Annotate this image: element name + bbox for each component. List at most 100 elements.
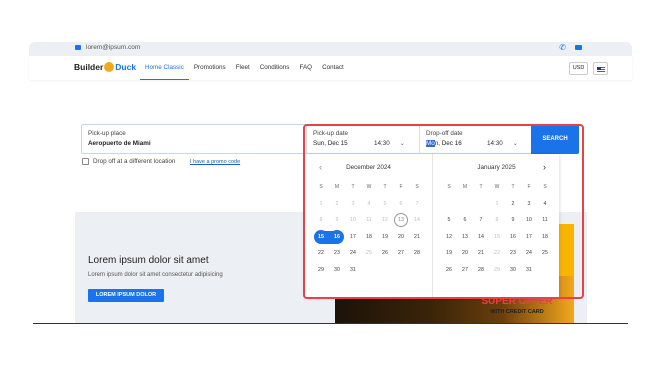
calendar-day[interactable]: 21 — [409, 229, 425, 246]
calendar-day: 22 — [494, 250, 500, 256]
calendar-day: 12 — [382, 217, 388, 223]
calendar-day[interactable]: 2 — [505, 196, 521, 213]
pickup-place-value: Aeropuerto de Miami — [88, 140, 151, 147]
calendar-day: 2 — [335, 200, 339, 207]
calendar-day[interactable]: 3 — [521, 196, 537, 213]
dropoff-time-select[interactable]: 14:30 ⌄ — [487, 140, 518, 147]
pickup-date-value: Sun, Dec 15 — [313, 140, 348, 147]
calendar-day: 10 — [350, 217, 356, 223]
calendar-day[interactable]: 18 — [537, 229, 553, 246]
pickup-date-field[interactable]: Pick-up date Sun, Dec 15 14:30 ⌄ — [306, 125, 419, 155]
nav-link-fleet[interactable]: Fleet — [231, 56, 255, 80]
nav-link-home-classic[interactable]: Home Classic — [140, 56, 189, 80]
divider — [33, 323, 628, 324]
calendar-day[interactable]: 27 — [393, 245, 409, 262]
calendar-day[interactable]: 20 — [457, 245, 473, 262]
calendar-day[interactable]: 31 — [521, 262, 537, 279]
calendar-day[interactable]: 7 — [473, 212, 489, 229]
weekday-label: W — [366, 184, 372, 190]
calendar-day[interactable]: 23 — [329, 245, 345, 262]
calendar-day: 1 — [319, 200, 323, 207]
calendar-day[interactable]: 29 — [313, 262, 329, 279]
calendar-day[interactable]: 30 — [505, 262, 521, 279]
calendar-day[interactable]: 13 — [393, 212, 409, 229]
pickup-place-label: Pick-up place — [88, 130, 126, 137]
nav-link-contact[interactable]: Contact — [317, 56, 349, 80]
nav-link-promotions[interactable]: Promotions — [189, 56, 231, 80]
calendar-day[interactable]: 24 — [345, 245, 361, 262]
weekday-label: S — [447, 184, 451, 190]
calendar-day[interactable]: 12 — [441, 229, 457, 246]
hero-button[interactable]: LOREM IPSUM DOLOR — [88, 289, 164, 302]
nav-link-faq[interactable]: FAQ — [294, 56, 317, 80]
calendar-day[interactable]: 24 — [521, 245, 537, 262]
calendar-day[interactable]: 22 — [313, 245, 329, 262]
calendar-day[interactable]: 17 — [345, 229, 361, 246]
day-grid: S M T W T F S 1 2 3 4 5 6 7 8 9 10 11 12 13 14 15 16 17 18 19 20 21… — [441, 179, 561, 278]
calendar-day: 4 — [367, 200, 371, 207]
calendar-day: 6 — [399, 200, 403, 207]
calendar-day[interactable]: 25 — [537, 245, 553, 262]
weekday-label: M — [462, 184, 468, 190]
calendar-day[interactable]: 19 — [441, 245, 457, 262]
calendar-day[interactable]: 13 — [457, 229, 473, 246]
logo[interactable]: Builder Duck — [74, 62, 136, 72]
calendar-day[interactable]: 10 — [521, 212, 537, 229]
calendar-day[interactable]: 18 — [361, 229, 377, 246]
calendar-day[interactable]: 21 — [473, 245, 489, 262]
calendar-day[interactable]: 26 — [377, 245, 393, 262]
calendar-month: ‹ December 2024 S M T W T F S 1 2 3 4 5 6 7 8 9 10 11 12 13… — [305, 154, 432, 297]
nav-link-conditions[interactable]: Conditions — [255, 56, 295, 80]
phone-icon[interactable]: ✆ — [559, 43, 566, 52]
different-location-option[interactable]: Drop off at a different location — [82, 158, 175, 165]
weekday-label: F — [527, 184, 531, 190]
calendar-day[interactable]: 27 — [457, 262, 473, 279]
calendar-day: 15 — [494, 233, 500, 240]
calendar-day[interactable]: 26 — [441, 262, 457, 279]
calendar-empty — [441, 196, 457, 213]
offer-subtitle: WITH CREDIT CARD — [490, 309, 544, 315]
calendar-day[interactable]: 20 — [393, 229, 409, 246]
dropoff-date-value[interactable]: Mon, Dec 16 — [426, 140, 462, 147]
month-title: December 2024 — [346, 164, 391, 171]
calendar-month: January 2025 › S M T W T F S 1 2 3 4 5 6 7 8 9 10 11 12 13 1… — [432, 154, 559, 297]
nav-links: Home Classic Promotions Fleet Conditions… — [140, 56, 349, 80]
calendar-day[interactable]: 31 — [345, 262, 361, 279]
calendar-day[interactable]: 28 — [409, 245, 425, 262]
calendar-day[interactable]: 9 — [505, 212, 521, 229]
dropoff-date-field[interactable]: Drop-off date Mon, Dec 16 14:30 ⌄ — [419, 125, 532, 155]
mail-icon[interactable] — [575, 45, 582, 50]
calendar-day: 11 — [366, 217, 372, 223]
calendar-day[interactable]: 16 — [328, 229, 345, 246]
offer-title: SUPER OFFER — [481, 296, 553, 307]
calendar-day[interactable]: 14 — [473, 229, 489, 246]
weekday-label: M — [334, 184, 340, 190]
calendar-day[interactable]: 28 — [473, 262, 489, 279]
chevron-down-icon: ⌄ — [399, 141, 405, 147]
calendar-day: 5 — [383, 200, 387, 207]
language-selector[interactable] — [593, 62, 608, 75]
mail-icon — [75, 45, 81, 50]
pickup-place-field[interactable]: Pick-up place Aeropuerto de Miami — [82, 125, 304, 155]
different-location-checkbox[interactable] — [82, 158, 89, 165]
pickup-time-select[interactable]: 14:30 ⌄ — [374, 140, 405, 147]
calendar-day[interactable]: 17 — [521, 229, 537, 246]
calendar-day[interactable]: 23 — [505, 245, 521, 262]
logo-text-builder: Builder — [74, 62, 104, 72]
calendar-day: 29 — [494, 266, 500, 273]
calendar-day[interactable]: 16 — [505, 229, 521, 246]
chevron-right-icon[interactable]: › — [543, 162, 546, 172]
promo-code-link[interactable]: I have a promo code — [190, 159, 240, 165]
calendar-empty — [473, 196, 489, 213]
calendar-day[interactable]: 5 — [441, 212, 457, 229]
weekday-label: W — [494, 184, 500, 190]
search-button[interactable]: SEARCH — [531, 124, 579, 154]
calendar-day[interactable]: 4 — [537, 196, 553, 213]
calendar-day[interactable]: 19 — [377, 229, 393, 246]
currency-selector[interactable]: USD — [569, 62, 588, 75]
calendar-day[interactable]: 11 — [537, 212, 553, 229]
contact-email[interactable]: lorem@ipsum.com — [86, 44, 140, 51]
calendar-day[interactable]: 15 — [313, 229, 330, 246]
calendar-day[interactable]: 30 — [329, 262, 345, 279]
calendar-day[interactable]: 6 — [457, 212, 473, 229]
